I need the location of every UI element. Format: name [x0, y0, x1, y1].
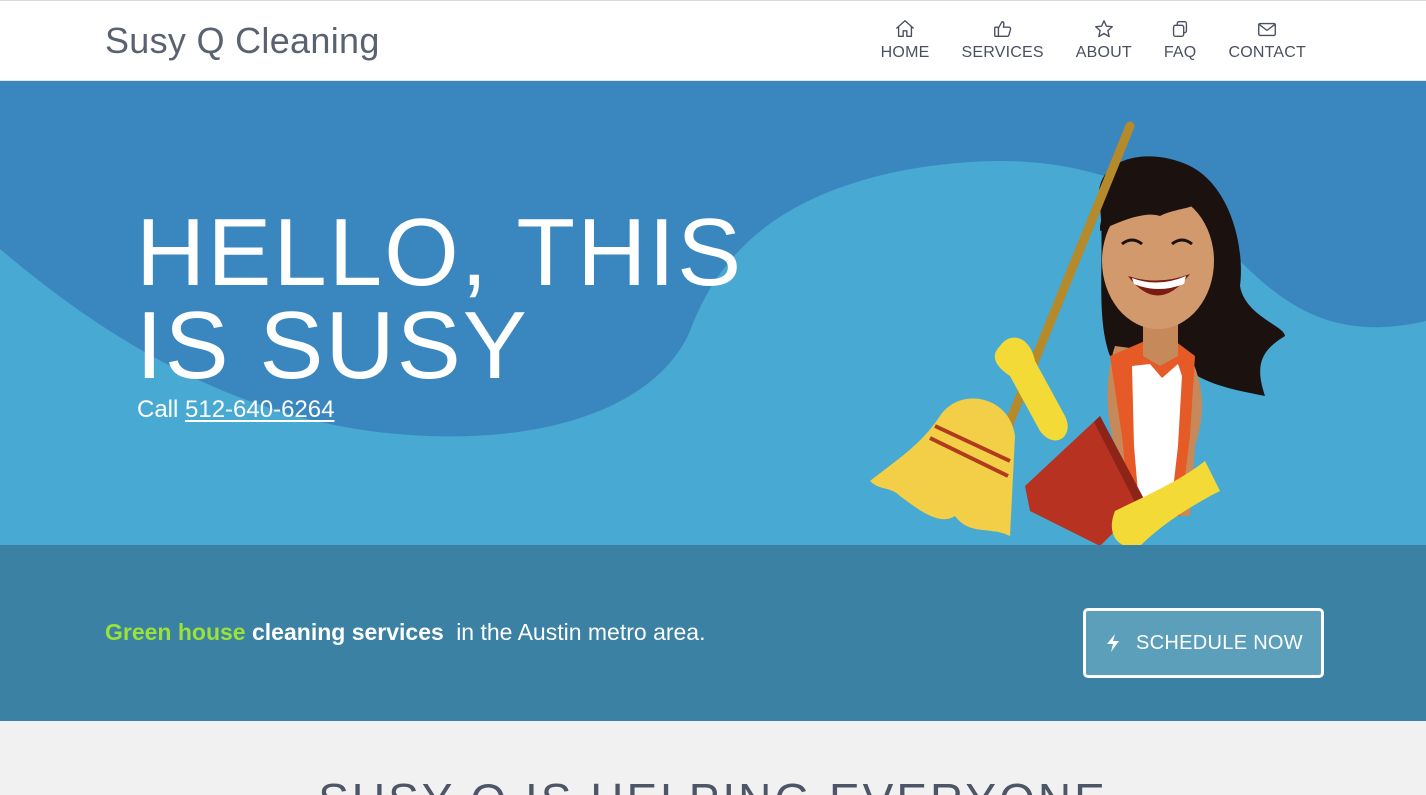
thumbs-up-icon — [993, 20, 1011, 38]
nav-label-home: HOME — [880, 44, 930, 61]
main-nav: HOME SERVICES ABOUT FAQ CONTACT — [881, 18, 1306, 62]
hero-section: HELLO, THIS IS SUSY Call 512-640-6264 — [0, 81, 1426, 546]
cleaning-lady-illustration — [870, 121, 1285, 546]
envelope-icon — [1258, 22, 1277, 37]
band-tagline: Green house cleaning services in the Aus… — [105, 619, 706, 646]
nav-item-home[interactable]: HOME — [881, 18, 930, 62]
nav-item-faq[interactable]: FAQ — [1164, 18, 1197, 62]
tagline-green-text: Green house — [105, 619, 246, 645]
hero-title: HELLO, THIS IS SUSY — [136, 199, 744, 399]
nav-label-about: ABOUT — [1075, 44, 1132, 61]
lightning-icon — [1107, 634, 1120, 652]
nav-label-contact: CONTACT — [1228, 44, 1306, 61]
tagline-bold-text: cleaning services — [252, 619, 444, 645]
helping-heading: SUSY Q IS HELPING EVERYONE — [0, 773, 1426, 795]
phone-link[interactable]: 512-640-6264 — [185, 396, 334, 423]
call-prefix: Call — [137, 396, 179, 423]
home-icon — [896, 20, 915, 38]
nav-item-about[interactable]: ABOUT — [1076, 18, 1132, 62]
copy-icon — [1173, 20, 1188, 38]
site-header: Susy Q Cleaning HOME SERVICES ABOUT FAQ … — [0, 0, 1426, 81]
star-icon — [1094, 20, 1113, 38]
brand-logo-text[interactable]: Susy Q Cleaning — [105, 20, 380, 62]
hero-call-line: Call 512-640-6264 — [137, 396, 334, 424]
tagline-rest-text: in the Austin metro area. — [456, 619, 706, 645]
schedule-now-label: SCHEDULE NOW — [1136, 631, 1303, 654]
nav-label-services: SERVICES — [961, 44, 1044, 61]
nav-item-contact[interactable]: CONTACT — [1228, 18, 1306, 62]
nav-label-faq: FAQ — [1163, 44, 1197, 61]
schedule-now-button[interactable]: SCHEDULE NOW — [1083, 608, 1324, 678]
helping-section: SUSY Q IS HELPING EVERYONE — [0, 721, 1426, 795]
nav-item-services[interactable]: SERVICES — [961, 18, 1044, 62]
tagline-band: Green house cleaning services in the Aus… — [0, 545, 1426, 721]
